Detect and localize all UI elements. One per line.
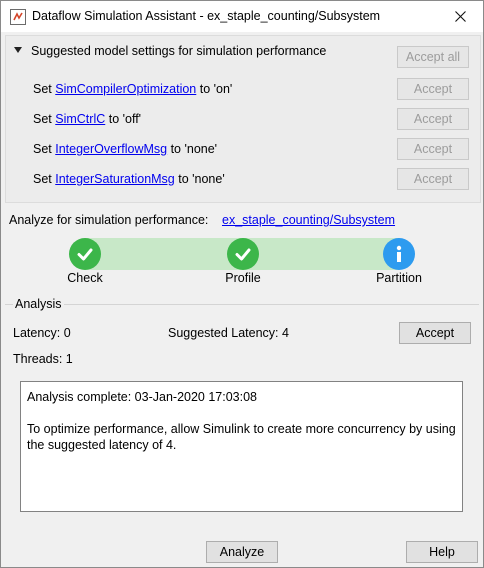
setting-prefix: Set: [33, 142, 56, 156]
threads-value: Threads: 1: [13, 352, 73, 366]
suggested-latency-value: Suggested Latency: 4: [168, 326, 289, 340]
step-label-partition: Partition: [376, 271, 422, 285]
analyze-target-link[interactable]: ex_staple_counting/Subsystem: [222, 213, 395, 227]
latency-value: Latency: 0: [13, 326, 71, 340]
close-icon: [454, 11, 466, 22]
collapse-arrow-icon[interactable]: [14, 47, 22, 53]
window-title: Dataflow Simulation Assistant - ex_stapl…: [32, 9, 381, 23]
footer-bar: Analyze Help: [1, 537, 483, 567]
analysis-section-label: Analysis: [13, 297, 64, 311]
analysis-timestamp-text: Analysis complete: 03-Jan-2020 17:03:08: [27, 390, 258, 404]
close-button[interactable]: [437, 1, 483, 32]
help-button[interactable]: Help: [406, 541, 478, 563]
accept-simctrlc-button[interactable]: Accept: [397, 108, 469, 130]
setting-suffix: to 'off': [105, 112, 142, 126]
accept-integersaturationmsg-button[interactable]: Accept: [397, 168, 469, 190]
accept-all-button[interactable]: Accept all: [397, 46, 469, 68]
profile-step-checkmark-icon: [227, 238, 259, 270]
analysis-message-box[interactable]: Analysis complete: 03-Jan-2020 17:03:08 …: [20, 381, 463, 512]
accept-latency-button[interactable]: Accept: [399, 322, 471, 344]
accept-integeroverflowmsg-button[interactable]: Accept: [397, 138, 469, 160]
setting-suffix: to 'none': [167, 142, 218, 156]
setting-prefix: Set: [33, 112, 56, 126]
param-link-integeroverflowmsg[interactable]: IntegerOverflowMsg: [55, 142, 167, 156]
step-label-check: Check: [67, 271, 103, 285]
title-bar: Dataflow Simulation Assistant - ex_stapl…: [1, 1, 483, 32]
check-step-checkmark-icon: [69, 238, 101, 270]
setting-suffix: to 'none': [174, 172, 225, 186]
dialog-window: Dataflow Simulation Assistant - ex_stapl…: [0, 0, 484, 568]
setting-row-integer-saturation-msg: Set IntegerSaturationMsg to 'none': [33, 172, 225, 186]
analyze-button[interactable]: Analyze: [206, 541, 278, 563]
param-link-integersaturationmsg[interactable]: IntegerSaturationMsg: [55, 172, 175, 186]
simulink-app-icon: [10, 9, 26, 25]
setting-row-integer-overflow-msg: Set IntegerOverflowMsg to 'none': [33, 142, 217, 156]
analyze-target-label: Analyze for simulation performance:: [9, 213, 209, 227]
analysis-divider: [5, 304, 479, 305]
partition-step-info-icon: [383, 238, 415, 270]
setting-row-simctrlc: Set SimCtrlC to 'off': [33, 112, 141, 126]
setting-row-sim-compiler-optimization: Set SimCompilerOptimization to 'on': [33, 82, 232, 96]
setting-prefix: Set: [33, 172, 56, 186]
setting-prefix: Set: [33, 82, 56, 96]
step-label-profile: Profile: [225, 271, 261, 285]
param-link-simctrlc[interactable]: SimCtrlC: [55, 112, 105, 126]
accept-simcompileroptimization-button[interactable]: Accept: [397, 78, 469, 100]
analysis-recommendation-text: To optimize performance, allow Simulink …: [27, 422, 456, 452]
param-link-simcompileroptimization[interactable]: SimCompilerOptimization: [55, 82, 196, 96]
setting-suffix: to 'on': [196, 82, 233, 96]
settings-section-title: Suggested model settings for simulation …: [31, 44, 327, 58]
